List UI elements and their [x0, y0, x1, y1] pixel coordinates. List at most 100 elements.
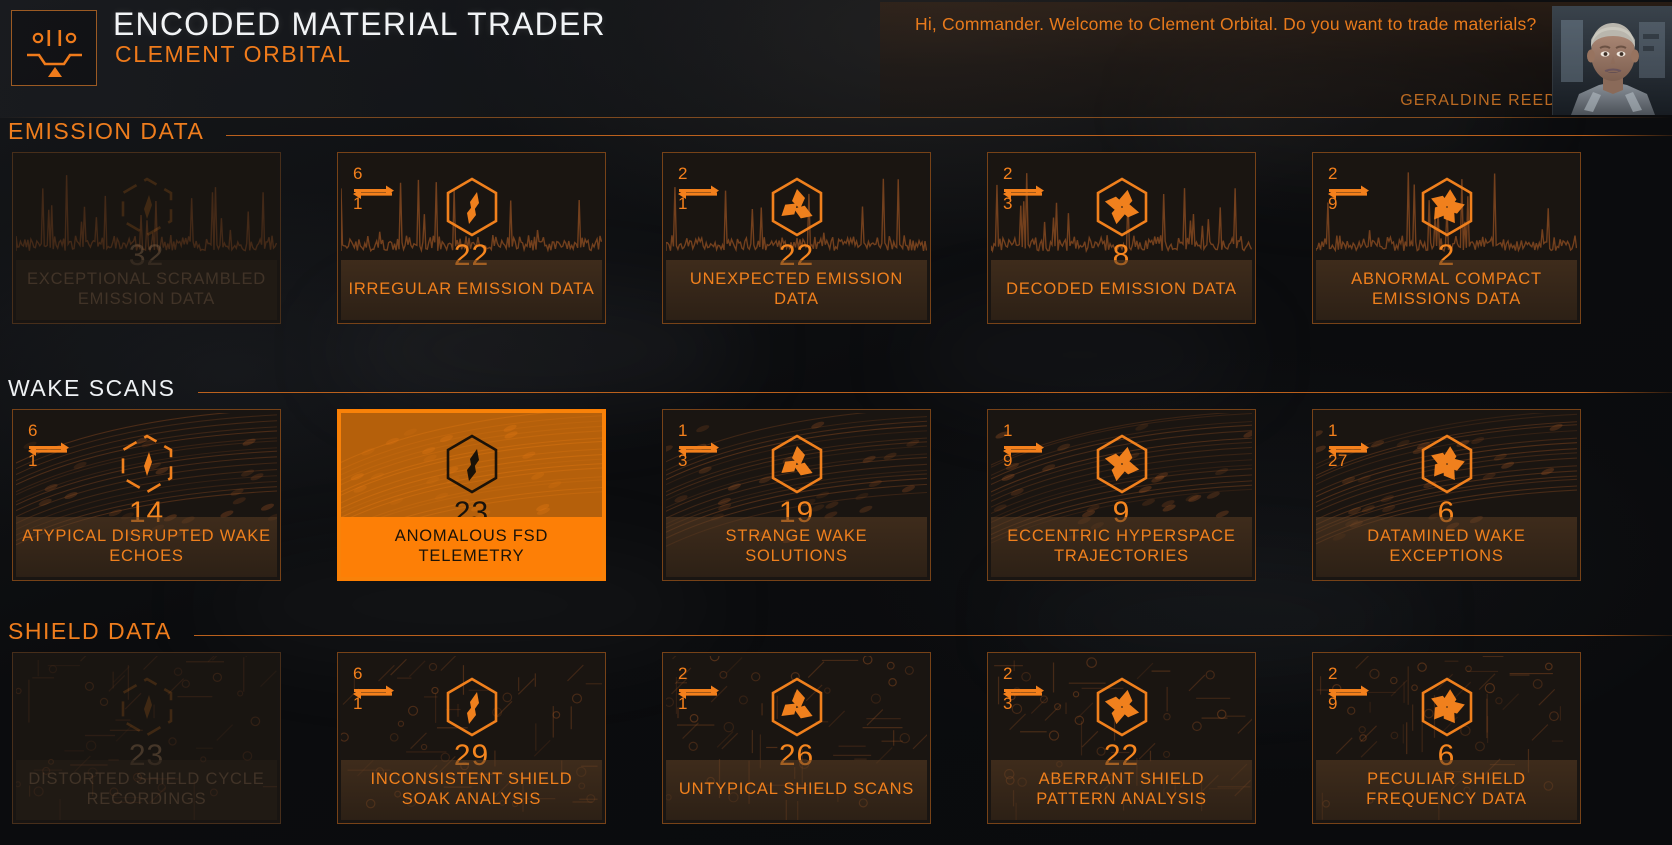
trade-ratio-receive: 1: [678, 694, 688, 713]
trade-ratio-give: 2: [1328, 164, 1338, 183]
material-card-body: 32 EXCEPTIONAL SCRAMBLED EMISSION DATA: [16, 156, 277, 320]
material-card[interactable]: 1 27 6 DATAMINED WAKE EXCEPTIONS: [1312, 409, 1581, 581]
material-card-inner: 6 1 14 ATYPICAL DISRUPTED WAKE ECHOES: [16, 413, 277, 577]
hex-grade-4-icon: [1091, 176, 1153, 238]
trade-ratio-receive: 9: [1328, 194, 1338, 213]
material-name: DECODED EMISSION DATA: [1006, 280, 1237, 298]
trade-ratio-give: 1: [678, 421, 688, 440]
material-name: UNTYPICAL SHIELD SCANS: [678, 780, 915, 798]
material-card[interactable]: 2 9 2 ABNORMAL COMPACT EMISSIONS DATA: [1312, 152, 1581, 324]
material-card[interactable]: 2 1 26 UNTYPICAL SHIELD SCANS: [662, 652, 931, 824]
trade-ratio-give: 1: [1003, 421, 1013, 440]
material-card-inner: 1 3 19 STRANGE WAKE SOLUTIONS: [666, 413, 927, 577]
trade-ratio: 13: [676, 422, 722, 476]
material-card[interactable]: 23 ANOMALOUS FSD TELEMETRY: [337, 409, 606, 581]
material-card-inner: 6 1 22 IRREGULAR EMISSION DATA: [341, 156, 602, 320]
trade-ratio: 1 27: [1326, 422, 1372, 476]
material-name: ATYPICAL DISRUPTED WAKE ECHOES: [22, 527, 271, 565]
material-trader-logo: [11, 10, 97, 86]
officer-portrait: [1552, 6, 1672, 115]
material-name: INCONSISTENT SHIELD SOAK ANALYSIS: [370, 770, 573, 808]
trade-ratio-receive: 3: [678, 451, 688, 470]
section-title: WAKE SCANS: [8, 375, 176, 401]
hex-grade-3-icon: [766, 676, 828, 738]
material-card[interactable]: 6 1 22 IRREGULAR EMISSION DATA: [337, 152, 606, 324]
material-card-body: 2 3 22 ABERRANT SHIELD PATTERN ANALYSIS: [991, 656, 1252, 820]
trade-ratio-receive: 3: [1003, 694, 1013, 713]
material-name: ABNORMAL COMPACT EMISSIONS DATA: [1351, 270, 1542, 308]
material-name: PECULIAR SHIELD FREQUENCY DATA: [1366, 770, 1527, 808]
section-shield-data: SHIELD DATA 23 DISTORTED SHIELD CYCLE RECO…: [0, 618, 1672, 827]
hex-grade-5-icon: [1416, 433, 1478, 495]
material-name: ECCENTRIC HYPERSPACE TRAJECTORIES: [1007, 527, 1236, 565]
trade-ratio-give: 6: [28, 421, 38, 440]
trade-ratio: 21: [676, 665, 722, 719]
page-title: ENCODED MATERIAL TRADER: [113, 6, 606, 42]
material-name: EXCEPTIONAL SCRAMBLED EMISSION DATA: [27, 270, 266, 308]
material-card[interactable]: 6 1 29 INCONSISTENT SHIELD SOAK ANALYSIS: [337, 652, 606, 824]
material-card-inner: 6 1 29 INCONSISTENT SHIELD SOAK ANALYSIS: [341, 656, 602, 820]
trade-ratio: 61: [351, 165, 397, 219]
greeting-text: Hi, Commander. Welcome to Clement Orbita…: [915, 14, 1537, 34]
material-card-body: 2 9 6 PECULIAR SHIELD FREQUENCY DATA: [1316, 656, 1577, 820]
trade-ratio-give: 2: [1328, 664, 1338, 683]
trade-ratio: 19: [1001, 422, 1047, 476]
trade-ratio: 23: [1001, 165, 1047, 219]
avatar: [1553, 6, 1672, 115]
material-card-inner: 2 1 26 UNTYPICAL SHIELD SCANS: [666, 656, 927, 820]
material-card[interactable]: 23 DISTORTED SHIELD CYCLE RECORDINGS: [12, 652, 281, 824]
trade-ratio-give: 2: [1003, 664, 1013, 683]
material-card-body: 1 27 6 DATAMINED WAKE EXCEPTIONS: [1316, 413, 1577, 577]
material-card-inner: 1 27 6 DATAMINED WAKE EXCEPTIONS: [1316, 413, 1577, 577]
material-card-body: 1 9 9 ECCENTRIC HYPERSPACE TRAJECTORIES: [991, 413, 1252, 577]
hex-grade-3-icon: [766, 433, 828, 495]
trade-ratio-receive: 1: [353, 694, 363, 713]
hex-grade-1-icon: [116, 176, 178, 238]
material-card[interactable]: 2 3 22 ABERRANT SHIELD PATTERN ANALYSIS: [987, 652, 1256, 824]
station-name: CLEMENT ORBITAL: [115, 41, 352, 67]
material-card[interactable]: 1 9 9 ECCENTRIC HYPERSPACE TRAJECTORIES: [987, 409, 1256, 581]
trade-ratio-receive: 3: [1003, 194, 1013, 213]
trade-ratio-receive: 9: [1003, 451, 1013, 470]
hex-grade-2-icon: [441, 676, 503, 738]
material-card-inner: 2 9 2 ABNORMAL COMPACT EMISSIONS DATA: [1316, 156, 1577, 320]
material-card-inner: 2 3 22 ABERRANT SHIELD PATTERN ANALYSIS: [991, 656, 1252, 820]
material-card-body: 23 ANOMALOUS FSD TELEMETRY: [341, 413, 602, 577]
material-card-inner: 2 9 6 PECULIAR SHIELD FREQUENCY DATA: [1316, 656, 1577, 820]
trade-ratio: 21: [676, 165, 722, 219]
material-name: STRANGE WAKE SOLUTIONS: [725, 527, 868, 565]
material-card-body: 2 9 2 ABNORMAL COMPACT EMISSIONS DATA: [1316, 156, 1577, 320]
trade-ratio: 23: [1001, 665, 1047, 719]
material-card[interactable]: 32 EXCEPTIONAL SCRAMBLED EMISSION DATA: [12, 152, 281, 324]
section-divider: [226, 135, 1672, 136]
section-divider: [193, 635, 1672, 636]
material-card-body: 23 DISTORTED SHIELD CYCLE RECORDINGS: [16, 656, 277, 820]
section-header: WAKE SCANS: [0, 375, 1672, 409]
officer-name: GERALDINE REED: [1400, 92, 1557, 109]
trade-ratio: 61: [26, 422, 72, 476]
hex-grade-1-icon: [116, 676, 178, 738]
material-card-inner: 2 1 22 UNEXPECTED EMISSION DATA: [666, 156, 927, 320]
material-card-body: 2 1 22 UNEXPECTED EMISSION DATA: [666, 156, 927, 320]
trade-ratio-give: 2: [678, 664, 688, 683]
material-card[interactable]: 2 9 6 PECULIAR SHIELD FREQUENCY DATA: [1312, 652, 1581, 824]
trade-ratio-give: 2: [678, 164, 688, 183]
material-name: ABERRANT SHIELD PATTERN ANALYSIS: [1036, 770, 1207, 808]
material-name: UNEXPECTED EMISSION DATA: [689, 270, 904, 308]
section-emission-data: EMISSION DATA 32 EXCEPTIONAL SCRAMBLED EMI…: [0, 118, 1672, 327]
material-card-inner: 23 ANOMALOUS FSD TELEMETRY: [341, 413, 602, 577]
material-card[interactable]: 2 1 22 UNEXPECTED EMISSION DATA: [662, 152, 931, 324]
material-trader-screen: ENCODED MATERIAL TRADER CLEMENT ORBITAL …: [0, 0, 1672, 845]
trade-ratio-give: 6: [353, 664, 363, 683]
material-card-row: 32 EXCEPTIONAL SCRAMBLED EMISSION DATA 6 1 2…: [0, 152, 1672, 327]
material-card-body: 6 1 22 IRREGULAR EMISSION DATA: [341, 156, 602, 320]
material-card-inner: 32 EXCEPTIONAL SCRAMBLED EMISSION DATA: [16, 156, 277, 320]
material-card[interactable]: 6 1 14 ATYPICAL DISRUPTED WAKE ECHOES: [12, 409, 281, 581]
trade-ratio: 61: [351, 665, 397, 719]
material-card-inner: 23 DISTORTED SHIELD CYCLE RECORDINGS: [16, 656, 277, 820]
trade-ratio-receive: 9: [1328, 694, 1338, 713]
material-card[interactable]: 2 3 8 DECODED EMISSION DATA: [987, 152, 1256, 324]
trade-ratio-receive: 27: [1328, 451, 1348, 470]
hex-grade-4-icon: [1091, 676, 1153, 738]
material-card[interactable]: 1 3 19 STRANGE WAKE SOLUTIONS: [662, 409, 931, 581]
